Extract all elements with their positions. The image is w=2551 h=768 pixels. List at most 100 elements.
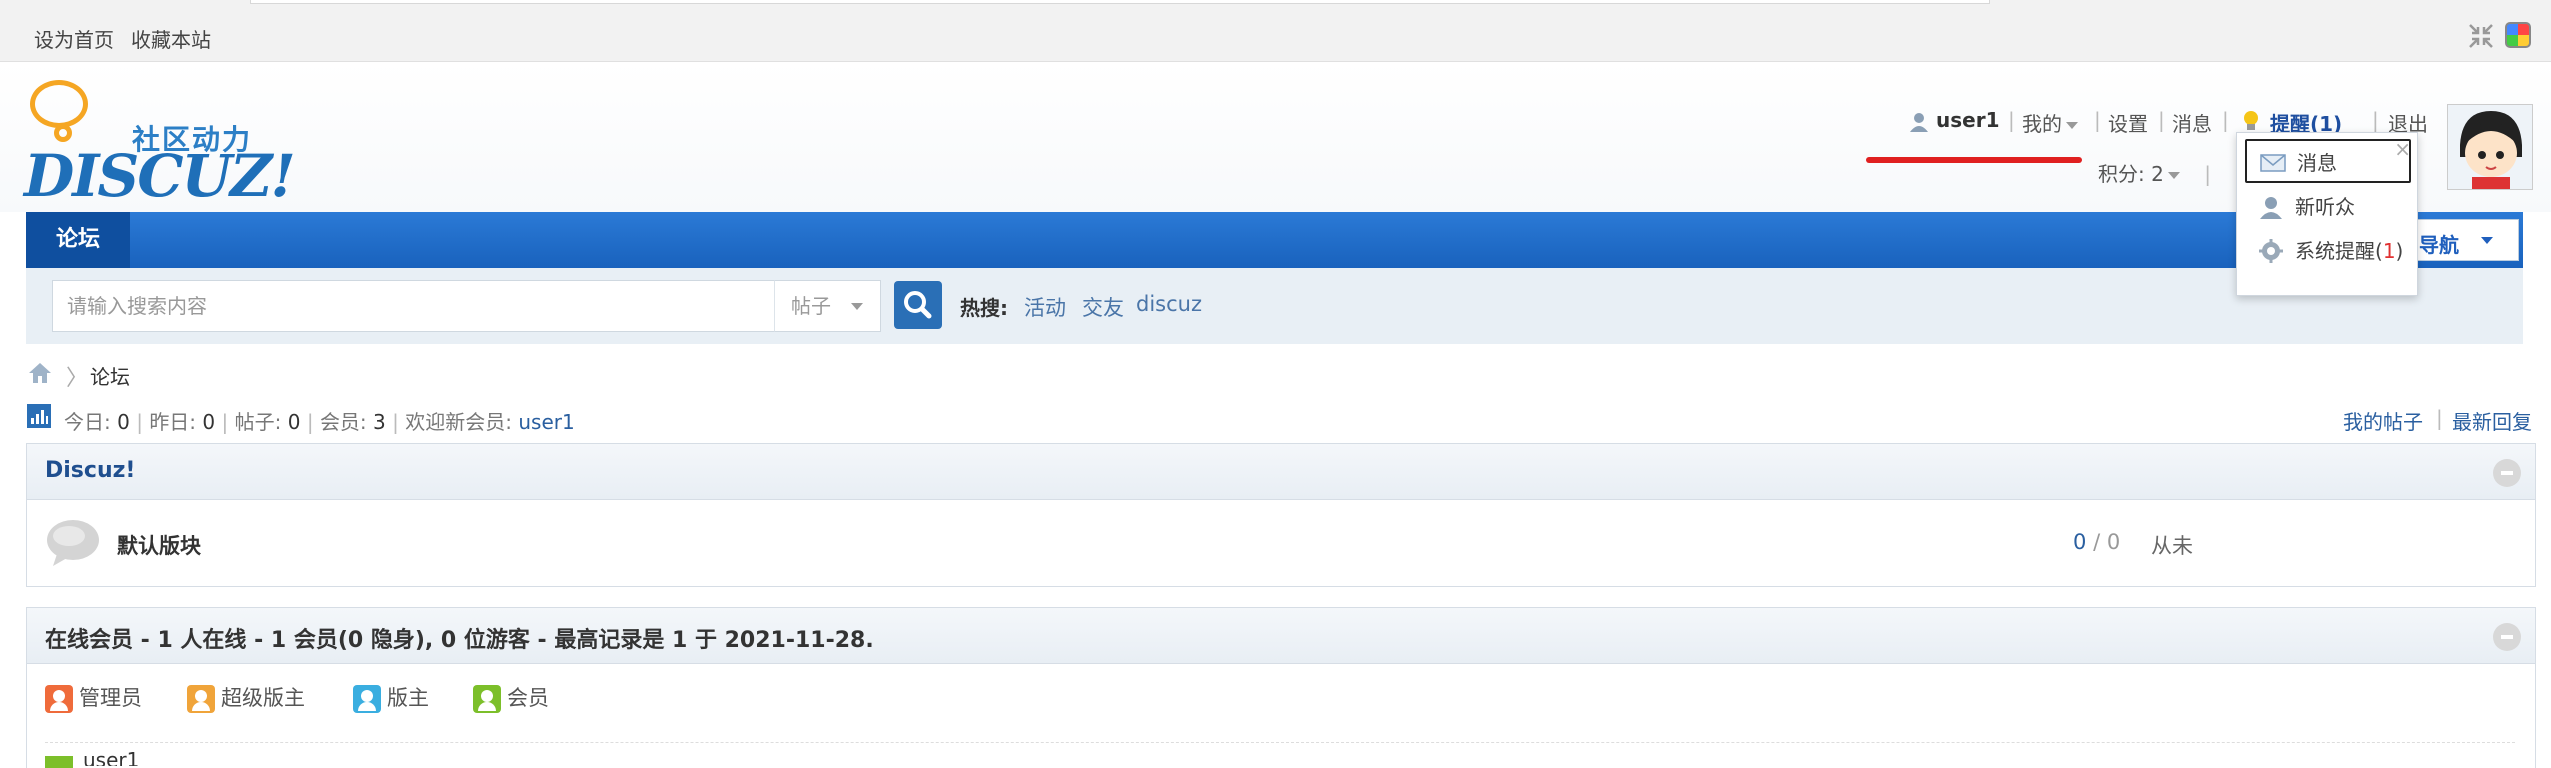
avatar-face-icon [2460, 111, 2522, 189]
shrink-icon[interactable] [2467, 22, 2495, 50]
site-logo[interactable]: 社区动力 DISCUZ! [24, 80, 296, 210]
separator: | [2094, 108, 2101, 132]
chevron-down-icon [2481, 237, 2493, 244]
separator: | [2436, 406, 2443, 430]
online-members-title: 在线会员 - 1 人在线 - 1 会员(0 隐身), 0 位游客 - 最高记录是… [45, 628, 874, 653]
legend-member: 会员 [473, 682, 549, 713]
super-moderator-user-icon [187, 685, 215, 713]
newest-member-link[interactable]: user1 [518, 410, 574, 434]
member-user-icon [473, 685, 501, 713]
stats-chart-icon [27, 404, 51, 428]
collapse-icon[interactable] [2493, 459, 2521, 487]
forum-stats: 今日: 0 | 昨日: 0 | 帖子: 0 | 会员: 3 | 欢迎新会员: u… [64, 410, 575, 434]
mail-icon [2260, 154, 2286, 172]
user-icon [1910, 113, 1928, 132]
set-homepage-link[interactable]: 设为首页 [34, 24, 114, 53]
remind-dropdown: × 消息 新听众 系统提醒(1) [2236, 132, 2418, 296]
popup-item-label: 消息 [2297, 151, 2337, 175]
divider [45, 742, 2515, 743]
posts-label: 帖子: [234, 410, 282, 434]
person-icon [2260, 197, 2282, 219]
moderator-user-icon [353, 685, 381, 713]
today-count: 0 [117, 410, 130, 434]
members-count: 3 [373, 410, 386, 434]
legend-admin: 管理员 [45, 682, 142, 713]
chevron-down-icon [2066, 122, 2078, 129]
logo-en-text: DISCUZ! [24, 142, 296, 210]
legend-super-moderator: 超级版主 [187, 682, 305, 713]
separator: | [2158, 108, 2165, 132]
settings-link[interactable]: 设置 [2108, 108, 2148, 137]
quick-nav-label: 导航 [2419, 233, 2459, 257]
chevron-down-icon [851, 303, 863, 310]
online-members: 在线会员 - 1 人在线 - 1 会员(0 隐身), 0 位游客 - 最高记录是… [26, 607, 2536, 768]
popup-item-label: 新听众 [2295, 195, 2355, 219]
messages-link[interactable]: 消息 [2172, 108, 2212, 137]
post-count: 0 [2106, 530, 2121, 554]
thread-count: 0 [2073, 530, 2087, 554]
bookmark-link[interactable]: 收藏本站 [131, 24, 211, 53]
legend-label: 版主 [387, 686, 429, 710]
style-switch-icon[interactable] [2505, 22, 2531, 48]
chevron-down-icon [2167, 172, 2180, 179]
search-icon [904, 291, 932, 319]
search-type-select[interactable]: 帖子 [774, 280, 881, 332]
red-annotation-underline [1866, 157, 2082, 163]
welcome-label: 欢迎新会员: [405, 410, 512, 434]
my-posts-link[interactable]: 我的帖子 [2343, 406, 2423, 435]
latest-replies-link[interactable]: 最新回复 [2452, 406, 2532, 435]
hot-term-link[interactable]: 交友 [1082, 292, 1124, 322]
logo-bubble-tail [54, 124, 72, 142]
credits-menu[interactable]: 积分: 2 | [2098, 158, 2211, 187]
home-icon[interactable] [27, 361, 53, 385]
top-bar: 设为首页 收藏本站 [0, 0, 2551, 62]
separator: | [2008, 108, 2015, 132]
collapse-icon[interactable] [2493, 623, 2521, 651]
main-nav: 论坛 [26, 212, 2523, 268]
search-bar: 请输入搜索内容 帖子 热搜: 活动 交友 discuz [26, 268, 2523, 344]
popup-item-label: 系统提醒 [2295, 239, 2375, 263]
hot-term-link[interactable]: discuz [1136, 292, 1202, 316]
hot-term-link[interactable]: 活动 [1024, 292, 1066, 322]
yesterday-label: 昨日: [149, 410, 197, 434]
bulb-icon [2244, 111, 2258, 130]
gear-icon [2259, 239, 2283, 263]
search-input[interactable]: 请输入搜索内容 [52, 280, 800, 332]
search-button[interactable] [894, 281, 942, 329]
popup-item-new-followers[interactable]: 新听众 [2245, 185, 2411, 229]
breadcrumb-current: 论坛 [90, 365, 130, 389]
forum-name-link[interactable]: 默认版块 [117, 530, 201, 560]
breadcrumb-arrow-icon: 〉 [66, 366, 89, 391]
hot-search-label: 热搜: [960, 296, 1008, 320]
nav-tab-forum[interactable]: 论坛 [26, 212, 130, 268]
posts-count: 0 [287, 410, 301, 434]
forum-last-post: 从未 [2151, 534, 2193, 558]
member-user-icon [45, 756, 73, 768]
today-label: 今日: [64, 410, 111, 434]
admin-user-icon [45, 685, 73, 713]
username-link[interactable]: user1 [1936, 108, 2000, 132]
forum-group-title[interactable]: Discuz! [45, 458, 135, 483]
my-menu[interactable]: 我的 [2022, 108, 2078, 137]
forum-bubble-icon [47, 520, 99, 566]
credits-label: 积分: 2 [2098, 162, 2164, 186]
yesterday-count: 0 [202, 410, 216, 434]
forum-counts: 0 / 0 [2073, 530, 2121, 554]
forum-group-header: Discuz! [27, 444, 2535, 500]
address-bar-edge [250, 0, 1990, 4]
header [0, 62, 2551, 212]
popup-item-system-reminder[interactable]: 系统提醒(1) [2245, 229, 2411, 273]
legend-label: 会员 [507, 686, 549, 710]
separator: | [2204, 162, 2211, 186]
legend-label: 超级版主 [221, 686, 305, 710]
popup-item-messages[interactable]: 消息 [2245, 139, 2411, 183]
online-member-link[interactable]: user1 [83, 748, 139, 766]
separator: | [2222, 108, 2229, 132]
legend-moderator: 版主 [353, 682, 429, 713]
online-members-header: 在线会员 - 1 人在线 - 1 会员(0 隐身), 0 位游客 - 最高记录是… [27, 608, 2535, 664]
reminder-count-badge: 1 [2382, 239, 2396, 263]
avatar[interactable] [2447, 104, 2533, 190]
members-label: 会员: [319, 410, 367, 434]
search-type-label: 帖子 [791, 294, 831, 318]
legend-label: 管理员 [79, 686, 142, 710]
